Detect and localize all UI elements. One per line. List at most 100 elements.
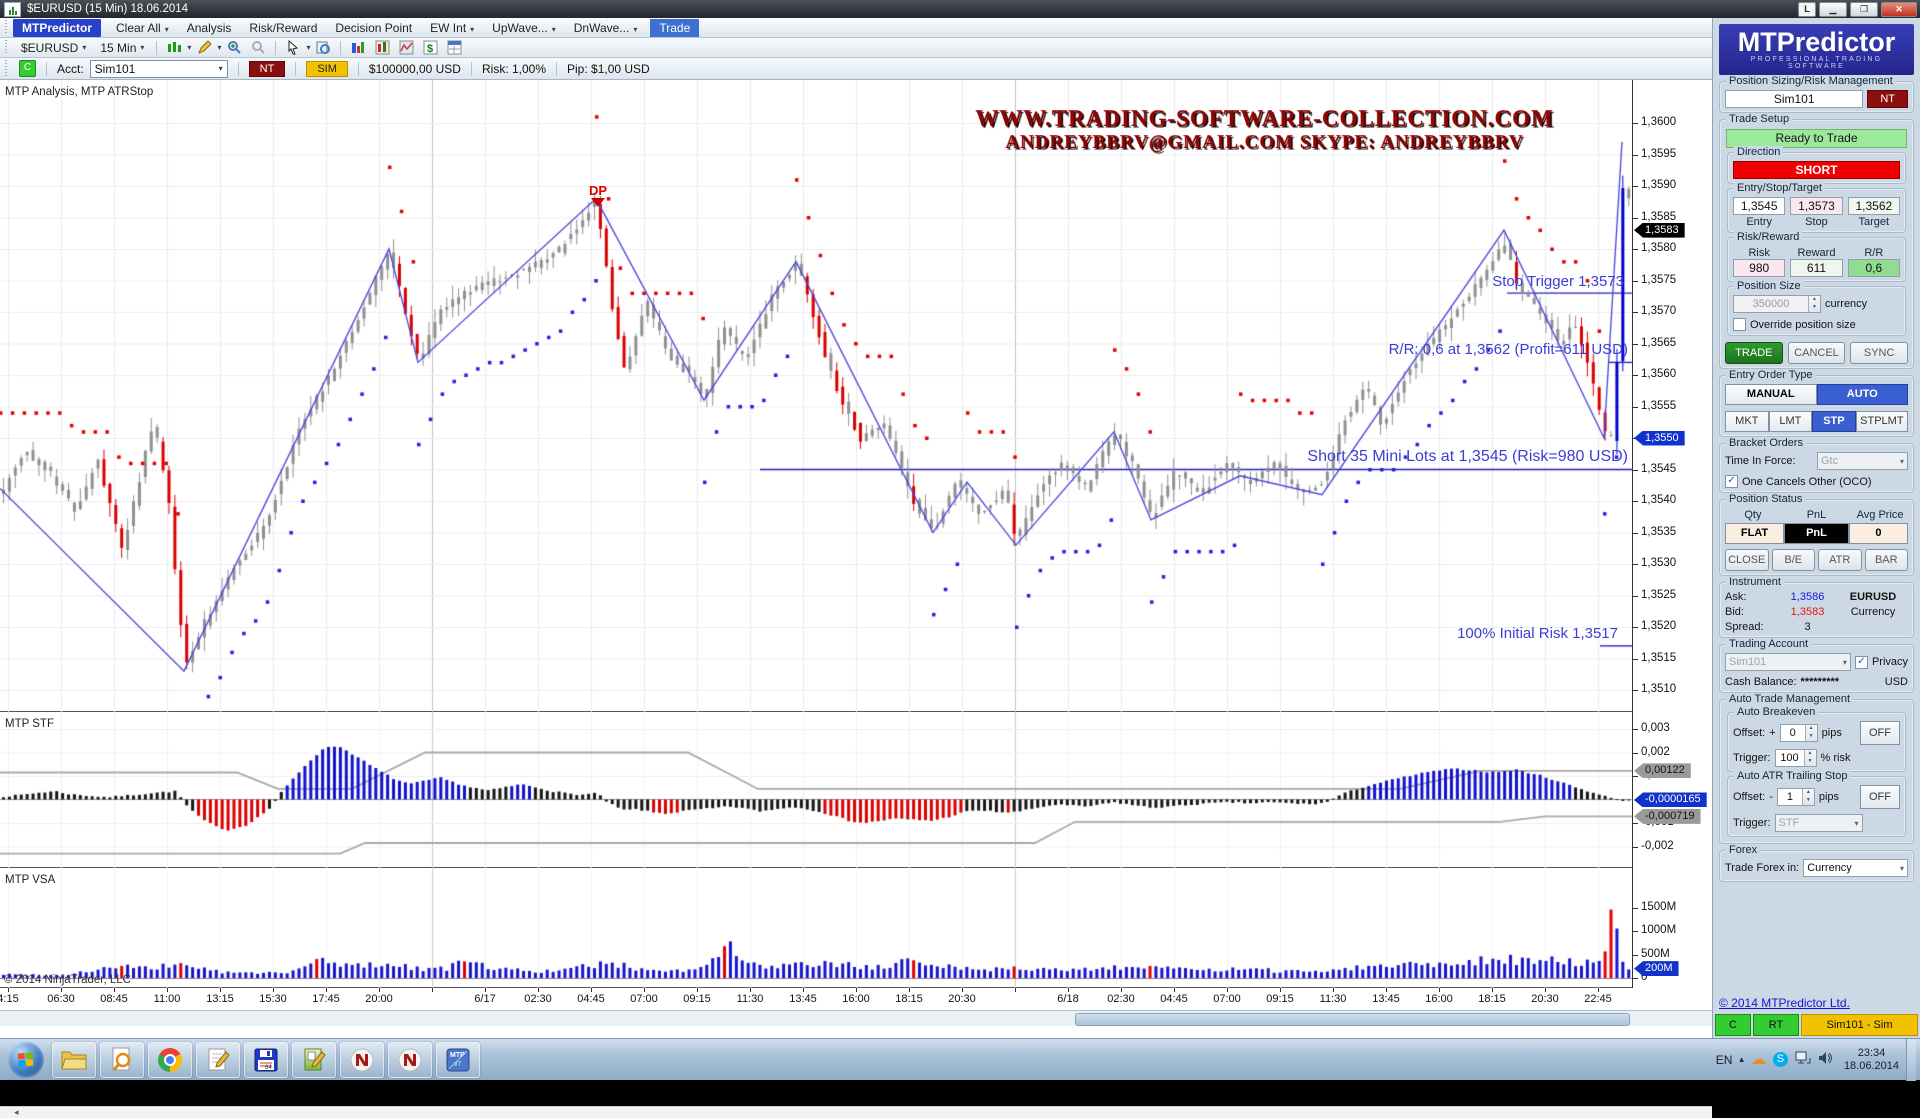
floppy-64-icon[interactable]: 64 <box>244 1042 288 1078</box>
connect-button[interactable]: C <box>19 60 36 77</box>
atr-trigger-dropdown[interactable]: STF▾ <box>1775 814 1863 832</box>
direction-value[interactable]: SHORT <box>1733 161 1900 179</box>
menu-item-decision-point[interactable]: Decision Point <box>326 19 421 37</box>
position-size-spinner[interactable]: 350000 ▲▼ <box>1733 295 1821 313</box>
oco-checkbox[interactable]: ✓ <box>1725 475 1738 488</box>
notepad-icon[interactable] <box>196 1042 240 1078</box>
menu-item-analysis[interactable]: Analysis <box>178 19 241 37</box>
cancel-button[interactable]: CANCEL <box>1788 342 1846 364</box>
decision-point-icon[interactable] <box>371 38 393 57</box>
horizontal-scrollbar[interactable] <box>0 1010 1712 1026</box>
target-field[interactable]: 1,3562 <box>1848 197 1900 215</box>
position-button-atr[interactable]: ATR <box>1818 549 1862 571</box>
restore-button[interactable]: ❐ <box>1850 2 1878 17</box>
network-tray-icon[interactable] <box>1795 1051 1811 1068</box>
atr-offset-spinner[interactable]: 1 ▲▼ <box>1777 788 1815 806</box>
stop-field[interactable]: 1,3573 <box>1790 197 1842 215</box>
entry-annotation[interactable]: Short 35 Mini Lots at 1,3545 (Risk=980 U… <box>1307 448 1628 466</box>
collapse-strip[interactable]: ◂ <box>0 1106 1712 1118</box>
initial-risk-annotation[interactable]: 100% Initial Risk 1,3517 <box>1457 625 1618 642</box>
chrome-icon[interactable] <box>148 1042 192 1078</box>
toolbar-grip[interactable] <box>3 40 10 55</box>
order-type-mkt[interactable]: MKT <box>1725 411 1769 432</box>
l-button[interactable]: L <box>1798 2 1816 17</box>
draw-pencil-icon[interactable] <box>193 38 215 57</box>
privacy-checkbox[interactable]: ✓ <box>1855 656 1868 669</box>
menu-item-dnwave-[interactable]: DnWave...▾ <box>565 19 647 37</box>
price-chart-canvas[interactable] <box>0 80 1632 712</box>
risk-reward-annotation[interactable]: R/R: 0,6 at 1,3562 (Profit=611 USD) <box>1389 341 1628 358</box>
green-notepad-icon[interactable] <box>292 1042 336 1078</box>
order-type-stplmt[interactable]: STPLMT <box>1856 411 1908 432</box>
menu-item-risk-reward[interactable]: Risk/Reward <box>240 19 326 37</box>
chart-style-icon[interactable] <box>163 38 185 57</box>
position-sizing-icon[interactable]: $ <box>419 38 441 57</box>
position-button-be[interactable]: B/E <box>1772 549 1816 571</box>
zoom-out-icon[interactable] <box>247 38 269 57</box>
sync-button[interactable]: SYNC <box>1850 342 1908 364</box>
atr-off-button[interactable]: OFF <box>1860 785 1900 809</box>
volume-tray-icon[interactable] <box>1818 1051 1833 1068</box>
stop-trigger-annotation[interactable]: Stop Trigger 1,3573 <box>1492 273 1624 290</box>
price-pane[interactable]: MTP Analysis, MTP ATRStop WWW.TRADING-SO… <box>0 80 1632 712</box>
menu-item-upwave-[interactable]: UpWave...▾ <box>483 19 565 37</box>
zoom-in-icon[interactable] <box>223 38 245 57</box>
explorer-icon[interactable] <box>52 1042 96 1078</box>
menubar-grip[interactable] <box>3 20 10 35</box>
minimize-button[interactable]: ▁ <box>1819 2 1847 17</box>
cursor-icon[interactable] <box>282 38 304 57</box>
price-axis[interactable]: 1,36001,35951,35901,35851,35801,35751,35… <box>1632 80 1712 988</box>
menu-item-ew-int[interactable]: EW Int▾ <box>421 19 483 37</box>
position-button-close[interactable]: CLOSE <box>1725 549 1769 571</box>
override-checkbox[interactable] <box>1733 318 1746 331</box>
entry-field[interactable]: 1,3545 <box>1733 197 1785 215</box>
trade-button[interactable]: TRADE <box>1725 342 1783 364</box>
search-document-icon[interactable] <box>100 1042 144 1078</box>
menu-item-trade[interactable]: Trade <box>650 19 699 37</box>
cloud-tray-icon[interactable]: ☁ <box>1751 1053 1766 1066</box>
timeframe-selector[interactable]: 15 Min▾ <box>94 40 150 56</box>
vsa-canvas[interactable] <box>0 868 1632 988</box>
symbol-selector[interactable]: $EURUSD▾ <box>15 40 92 56</box>
psrm-account-field[interactable]: Sim101 <box>1725 90 1863 108</box>
breakeven-off-button[interactable]: OFF <box>1860 721 1900 745</box>
hidden-icons-arrow[interactable]: ▴ <box>1739 1053 1744 1066</box>
order-type-stp[interactable]: STP <box>1812 411 1856 432</box>
order-type-lmt[interactable]: LMT <box>1769 411 1813 432</box>
vsa-pane[interactable]: MTP VSA © 2014 NinjaTrader, LLC <box>0 868 1632 988</box>
stf-pane[interactable]: MTP STF <box>0 712 1632 868</box>
manual-button[interactable]: MANUAL <box>1725 384 1817 405</box>
analysis-bars-icon[interactable] <box>347 38 369 57</box>
sim-badge[interactable]: SIM <box>306 61 348 77</box>
close-button[interactable]: ✕ <box>1881 2 1917 17</box>
stf-canvas[interactable] <box>0 712 1632 868</box>
time-axis[interactable]: 4:1506:3008:4511:0013:1515:3017:4520:006… <box>0 988 1712 1010</box>
psrm-nt-button[interactable]: NT <box>1867 90 1908 108</box>
menu-item-clear-all[interactable]: Clear All▾ <box>107 19 178 37</box>
language-indicator[interactable]: EN <box>1716 1053 1733 1067</box>
auto-button[interactable]: AUTO <box>1817 384 1909 405</box>
time-axis-label: 16:00 <box>842 993 870 1005</box>
ninjatrader-icon-2[interactable] <box>388 1042 432 1078</box>
wave-analysis-icon[interactable] <box>395 38 417 57</box>
scrollbar-thumb[interactable] <box>1075 1013 1630 1026</box>
ninjatrader-icon[interactable] <box>340 1042 384 1078</box>
skype-tray-icon[interactable]: S <box>1773 1052 1788 1067</box>
chart-zoom-icon[interactable] <box>312 38 334 57</box>
mtpredictor-v7-icon[interactable]: MTPv7 <box>436 1042 480 1078</box>
acctbar-grip[interactable] <box>3 60 10 77</box>
start-button[interactable] <box>8 1042 44 1078</box>
trade-forex-in-dropdown[interactable]: Currency▾ <box>1803 859 1908 877</box>
position-button-bar[interactable]: BAR <box>1865 549 1909 571</box>
time-in-force-dropdown[interactable]: Gtc▾ <box>1817 452 1908 470</box>
show-desktop-button[interactable] <box>1906 1039 1916 1081</box>
mtpredictor-copyright-link[interactable]: © 2014 MTPredictor Ltd. <box>1719 996 1914 1010</box>
account-selector[interactable]: Sim101▾ <box>90 60 228 78</box>
nt-badge[interactable]: NT <box>249 61 286 77</box>
taskbar-clock[interactable]: 23:34 18.06.2014 <box>1844 1047 1899 1073</box>
trading-account-dropdown[interactable]: Sim101▾ <box>1725 653 1851 671</box>
trade-panel-icon[interactable] <box>443 38 465 57</box>
breakeven-offset-spinner[interactable]: 0 ▲▼ <box>1780 724 1818 742</box>
menu-item-mtpredictor[interactable]: MTPredictor <box>13 19 101 37</box>
breakeven-trigger-spinner[interactable]: 100 ▲▼ <box>1775 749 1817 767</box>
